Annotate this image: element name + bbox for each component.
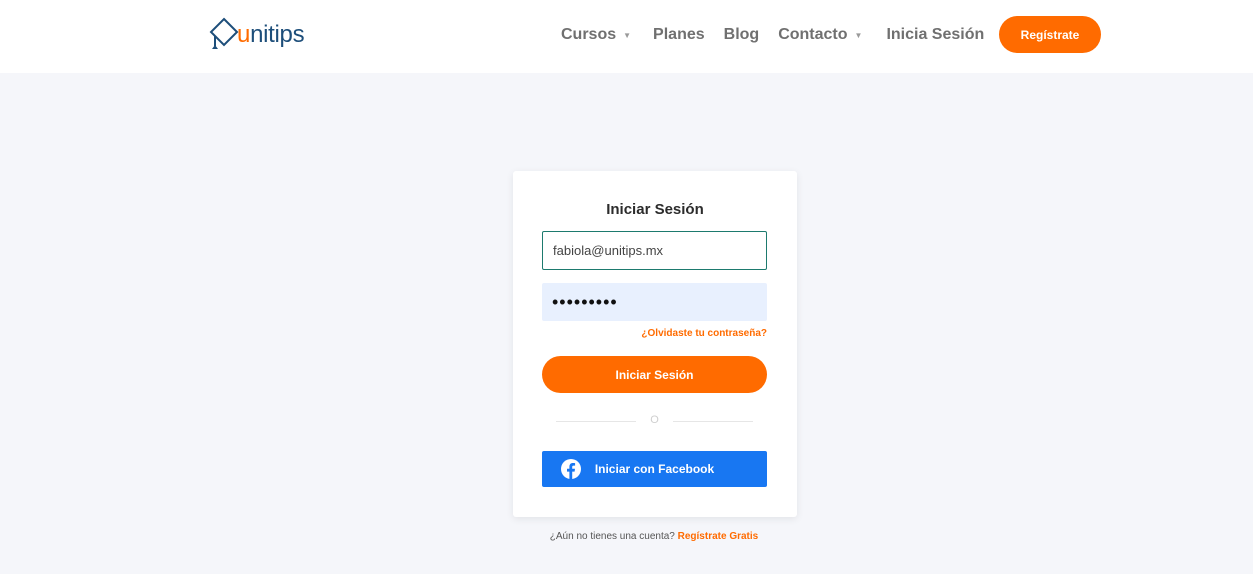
facebook-login-label: Iniciar con Facebook	[594, 462, 715, 476]
nav-planes[interactable]: Planes	[653, 26, 705, 44]
graduation-cap-icon	[209, 17, 239, 49]
login-submit-button[interactable]: Iniciar Sesión	[542, 356, 767, 393]
or-divider: O	[556, 413, 753, 429]
signup-prompt: ¿Aún no tienes una cuenta? Regístrate Gr…	[0, 531, 1253, 542]
nav-planes-label: Planes	[653, 26, 705, 43]
logo-wordmark: unitips	[237, 21, 305, 48]
divider-line-right	[673, 421, 753, 422]
nav-blog-label: Blog	[723, 26, 760, 43]
unitips-logo[interactable]: unitips	[207, 14, 305, 56]
register-button[interactable]: Regístrate	[999, 16, 1101, 53]
signup-link[interactable]: Regístrate Gratis	[678, 531, 759, 542]
nav-cursos[interactable]: Cursos ▼	[561, 26, 631, 44]
divider-text: O	[650, 414, 659, 426]
nav-login[interactable]: Inicia Sesión	[886, 26, 984, 44]
email-field[interactable]	[542, 231, 767, 270]
nav-login-label: Inicia Sesión	[886, 26, 985, 43]
nav-contacto-label: Contacto	[778, 26, 848, 43]
nav-blog[interactable]: Blog	[724, 26, 760, 44]
login-title: Iniciar Sesión	[606, 201, 704, 218]
password-field[interactable]	[542, 283, 767, 321]
facebook-login-button[interactable]: Iniciar con Facebook	[542, 451, 767, 487]
facebook-icon	[561, 459, 581, 479]
forgot-password-link[interactable]: ¿Olvidaste tu contraseña?	[641, 328, 767, 339]
nav-cursos-label: Cursos	[561, 26, 617, 43]
signup-prompt-text: ¿Aún no tienes una cuenta?	[549, 531, 675, 542]
caret-down-icon: ▼	[854, 31, 863, 40]
login-card: Iniciar Sesión ¿Olvidaste tu contraseña?…	[513, 171, 797, 517]
top-navbar: unitips Cursos ▼ Planes Blog Contacto ▼ …	[0, 0, 1253, 73]
main-nav: Cursos ▼ Planes Blog Contacto ▼ Inicia S…	[561, 0, 984, 70]
caret-down-icon: ▼	[623, 31, 632, 40]
nav-contacto[interactable]: Contacto ▼	[778, 26, 862, 44]
